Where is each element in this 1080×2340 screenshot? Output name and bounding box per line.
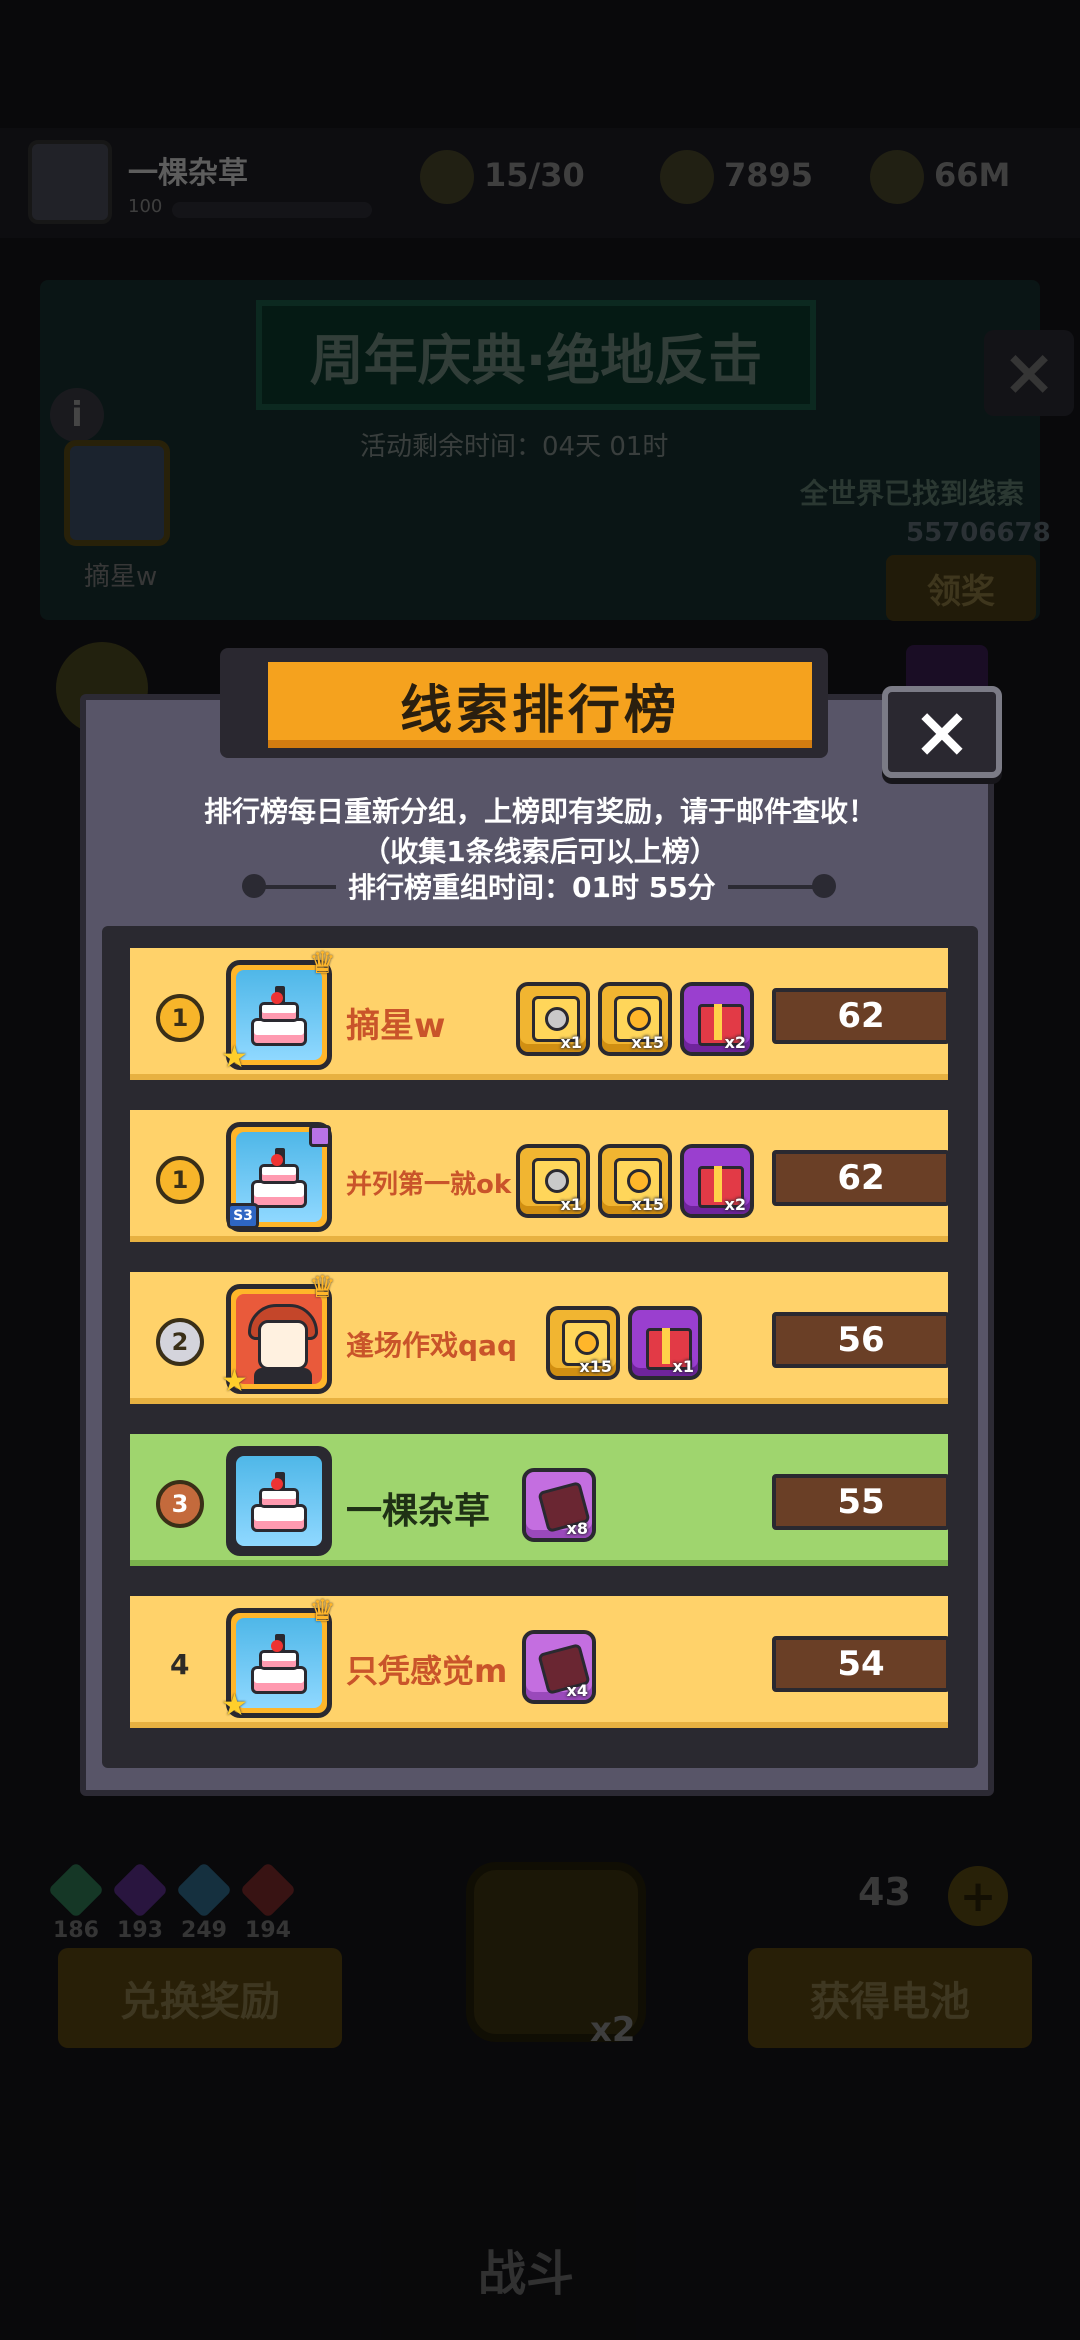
cake-icon: [247, 1146, 311, 1208]
gift-box-icon[interactable]: x2: [680, 982, 754, 1056]
event-time-remaining: 活动剩余时间：04天 01时: [360, 432, 669, 462]
player-name: 一棵杂草: [128, 156, 248, 191]
clue-score: 56: [772, 1312, 950, 1368]
event-close-button[interactable]: ×: [984, 330, 1074, 416]
reward-list: x8: [522, 1468, 596, 1542]
silver-chest-icon[interactable]: x1: [516, 1144, 590, 1218]
cake-icon: [247, 1470, 311, 1532]
gift-box-icon[interactable]: x1: [628, 1306, 702, 1380]
reward-list: x15 x1: [546, 1306, 702, 1380]
cake-icon: [247, 984, 311, 1046]
event-title: 周年庆典·绝地反击: [256, 300, 816, 410]
regroup-divider-dot: [812, 874, 836, 898]
unlock-multiplier: x2: [590, 2010, 636, 2050]
clue-score: 54: [772, 1636, 950, 1692]
bottom-navigation: [0, 2120, 1080, 2340]
battle-tab[interactable]: 战斗: [478, 2234, 574, 2304]
rank-badge: 1: [156, 1156, 204, 1204]
power-resource[interactable]: 7895: [660, 150, 813, 210]
cake-icon: [247, 1632, 311, 1694]
leaderboard-row[interactable]: 4 ♛ ★ 只凭感觉m x4 54: [126, 1592, 952, 1732]
frame-badge-icon: [309, 1125, 331, 1147]
player-name: 逢场作戏qaq: [346, 1329, 517, 1362]
gift-box-icon[interactable]: x2: [680, 1144, 754, 1218]
world-found-count: 55706678: [906, 518, 1051, 548]
info-icon[interactable]: i: [50, 388, 104, 442]
reward-list: x1 x15 x2: [516, 1144, 754, 1218]
top-status-bar: 一棵杂草 100 15/30 7895 66M: [0, 128, 1080, 238]
power-icon: [660, 150, 714, 204]
event-player-avatar: [64, 440, 170, 546]
reward-list: x1 x15 x2: [516, 982, 754, 1056]
gem-purple: 193: [111, 1861, 169, 1943]
player-name: 并列第一就ok: [346, 1170, 512, 1200]
player-name: 摘星w: [346, 1006, 446, 1046]
coin-icon: [870, 150, 924, 204]
season-badge: S3: [227, 1203, 259, 1229]
get-battery-button[interactable]: 获得电池: [748, 1948, 1032, 2048]
crown-icon: ♛: [309, 1594, 336, 1629]
battery-count: 43: [858, 1870, 911, 1914]
player-avatar[interactable]: ♛ ★: [221, 1273, 336, 1400]
rank-badge: 2: [156, 1318, 204, 1366]
gold-chest-icon[interactable]: x15: [598, 982, 672, 1056]
player-name: 一棵杂草: [346, 1491, 491, 1532]
leaderboard-row[interactable]: 1 S3 并列第一就ok x1 x15 x2 62: [126, 1106, 952, 1246]
gold-chest-icon[interactable]: x15: [546, 1306, 620, 1380]
puzzle-piece-icon[interactable]: x8: [522, 1468, 596, 1542]
crown-icon: ♛: [309, 946, 336, 981]
player-name: 只凭感觉m: [346, 1652, 508, 1690]
player-avatar[interactable]: ♛ ★: [221, 1597, 336, 1724]
player-avatar[interactable]: [226, 1446, 332, 1556]
gold-chest-icon[interactable]: x15: [598, 1144, 672, 1218]
reward-list: x4: [522, 1630, 596, 1704]
xp-bar: [172, 202, 372, 218]
star-icon: ★: [221, 1688, 248, 1723]
player-avatar[interactable]: S3: [226, 1122, 332, 1232]
description-line-1: 排行榜每日重新分组，上榜即有奖励，请于邮件查收！: [203, 795, 876, 828]
clue-score: 55: [772, 1474, 950, 1530]
crown-icon: ♛: [309, 1270, 336, 1305]
close-button[interactable]: ×: [882, 686, 1002, 778]
clue-score: 62: [772, 988, 950, 1044]
girl-character-icon: [236, 1294, 322, 1384]
player-avatar[interactable]: [28, 140, 112, 224]
rank-badge: 3: [156, 1480, 204, 1528]
event-player-name: 摘星w: [84, 562, 158, 592]
world-found-label: 全世界已找到线索: [800, 477, 1025, 510]
claim-reward-button[interactable]: 领奖: [886, 555, 1036, 621]
gem-green: 186: [47, 1861, 105, 1943]
player-avatar[interactable]: ♛ ★: [221, 949, 336, 1076]
exchange-reward-button[interactable]: 兑换奖励: [58, 1948, 342, 2048]
rank-number: 4: [170, 1648, 190, 1681]
leaderboard-row-self[interactable]: 3 一棵杂草 x8 55: [126, 1430, 952, 1570]
player-level: 100: [128, 196, 163, 217]
energy-icon: [420, 150, 474, 204]
add-battery-button[interactable]: +: [948, 1866, 1008, 1926]
gem-red: 194: [239, 1861, 297, 1943]
coin-resource[interactable]: 66M: [870, 150, 1010, 210]
leaderboard-row[interactable]: 2 ♛ ★ 逢场作戏qaq x15 x1 56: [126, 1268, 952, 1408]
star-icon: ★: [221, 1040, 248, 1075]
energy-resource[interactable]: 15/30: [420, 150, 585, 210]
gem-blue: 249: [175, 1861, 233, 1943]
gem-counters: 186 193 249 194: [47, 1861, 297, 1943]
puzzle-piece-icon[interactable]: x4: [522, 1630, 596, 1704]
regroup-time: 排行榜重组时间：01时 55分: [336, 866, 728, 906]
silver-chest-icon[interactable]: x1: [516, 982, 590, 1056]
regroup-divider-dot: [242, 874, 266, 898]
close-icon: ×: [912, 691, 972, 773]
star-icon: ★: [221, 1364, 248, 1399]
rank-badge: 1: [156, 994, 204, 1042]
modal-description: 排行榜每日重新分组，上榜即有奖励，请于邮件查收！ （收集1条线索后可以上榜）: [90, 792, 990, 872]
modal-title: 线索排行榜: [262, 656, 818, 754]
clue-score: 62: [772, 1150, 950, 1206]
leaderboard-row[interactable]: 1 ♛ ★ 摘星w x1 x15 x2 62: [126, 944, 952, 1084]
